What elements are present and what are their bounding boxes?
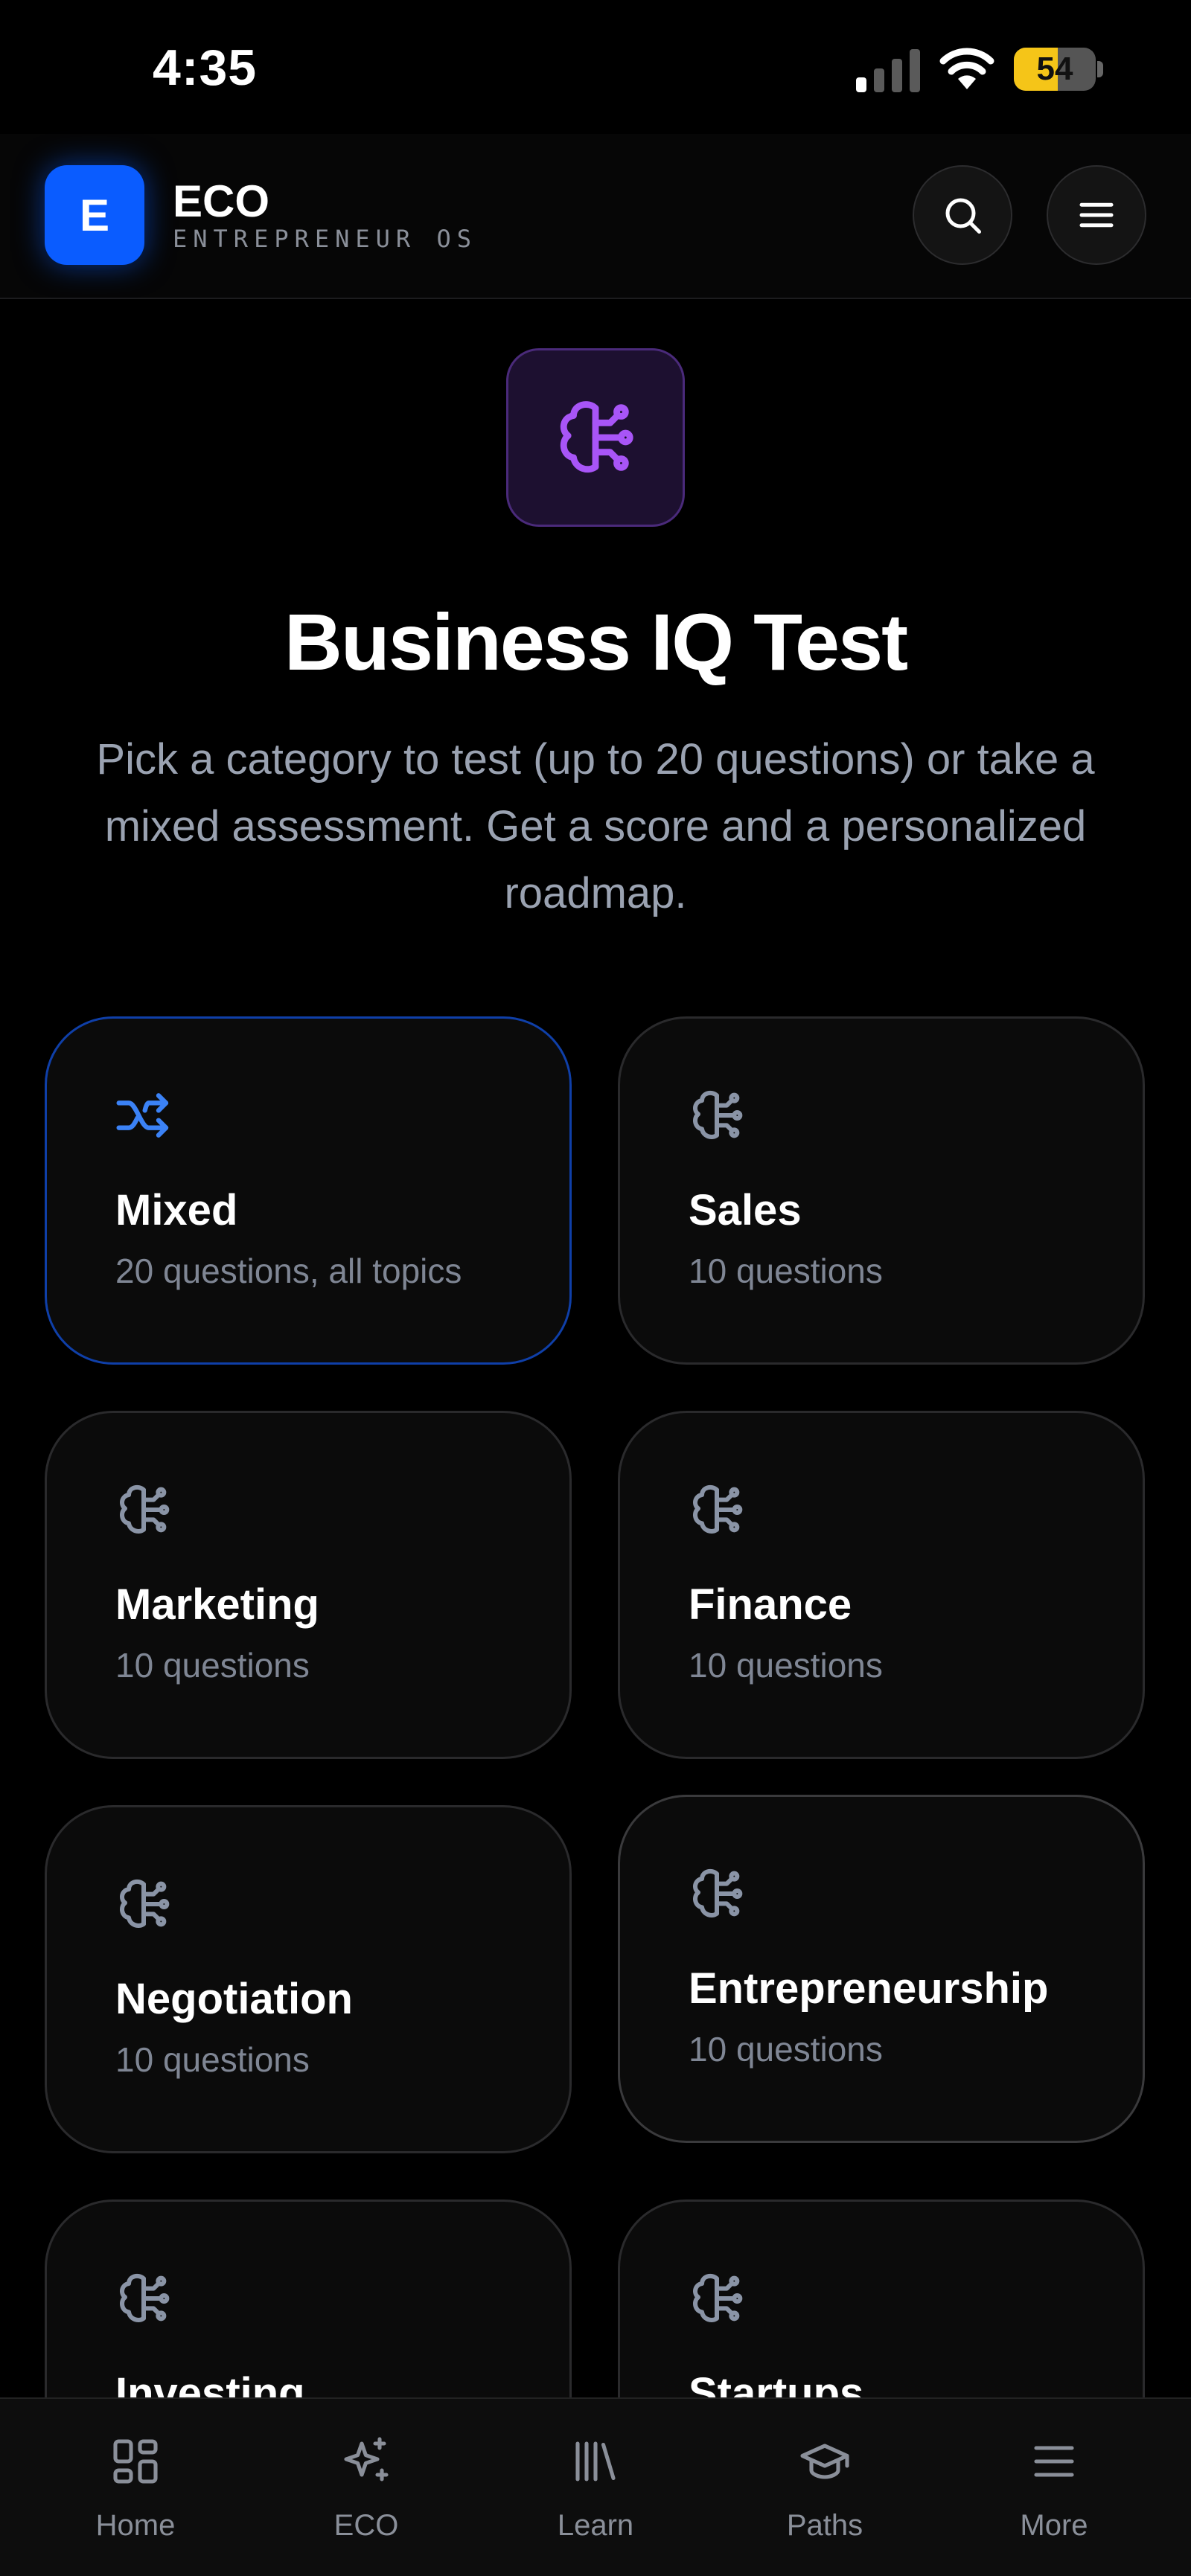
shuffle-icon bbox=[116, 1093, 169, 1138]
card-subtitle: 10 questions bbox=[689, 2030, 883, 2069]
library-icon bbox=[575, 2441, 616, 2482]
nav-label: More bbox=[1020, 2509, 1088, 2542]
brain-icon bbox=[693, 1484, 743, 1534]
status-time: 4:35 bbox=[153, 39, 258, 96]
category-card-entrepreneurship[interactable]: Entrepreneurship 10 questions bbox=[618, 1795, 1145, 2143]
card-title: Marketing bbox=[115, 1580, 319, 1629]
card-title: Finance bbox=[689, 1580, 852, 1629]
brain-icon bbox=[120, 1484, 170, 1534]
app-header: E ECO ENTREPRENEUR OS bbox=[0, 134, 1191, 299]
brain-icon bbox=[693, 1868, 743, 1917]
nav-item-more[interactable]: More bbox=[980, 2399, 1128, 2576]
nav-item-learn[interactable]: Learn bbox=[521, 2399, 670, 2576]
category-card-mixed[interactable]: Mixed 20 questions, all topics bbox=[45, 1016, 572, 1365]
brain-icon bbox=[120, 1879, 170, 1928]
nav-label: Paths bbox=[786, 2509, 863, 2542]
wifi-icon bbox=[939, 48, 994, 89]
brain-icon bbox=[120, 2273, 170, 2322]
card-title: Sales bbox=[689, 1186, 802, 1234]
category-card-sales[interactable]: Sales 10 questions bbox=[618, 1016, 1145, 1365]
status-bar: 4:35 54 bbox=[0, 0, 1191, 134]
grid-icon bbox=[113, 2439, 158, 2484]
category-card-finance[interactable]: Finance 10 questions bbox=[618, 1411, 1145, 1759]
page-subtitle: Pick a category to test (up to 20 questi… bbox=[96, 735, 1095, 917]
bottom-navigation: Home ECO Learn Paths More bbox=[0, 2397, 1191, 2576]
card-title: Entrepreneurship bbox=[689, 1964, 1049, 2013]
nav-item-eco[interactable]: ECO bbox=[292, 2399, 441, 2576]
nav-label: Home bbox=[95, 2509, 176, 2542]
search-button[interactable] bbox=[913, 165, 1012, 265]
nav-item-paths[interactable]: Paths bbox=[750, 2399, 899, 2576]
card-subtitle: 10 questions bbox=[689, 1252, 883, 1290]
card-subtitle: 20 questions, all topics bbox=[115, 1252, 462, 1290]
hero-brain-badge bbox=[506, 348, 685, 527]
nav-label: Learn bbox=[557, 2509, 634, 2542]
nav-label: ECO bbox=[333, 2509, 399, 2542]
card-title: Negotiation bbox=[115, 1975, 353, 2023]
menu-button[interactable] bbox=[1047, 165, 1146, 265]
category-card-marketing[interactable]: Marketing 10 questions bbox=[45, 1411, 572, 1759]
card-subtitle: 10 questions bbox=[689, 1646, 883, 1685]
sparkle-icon bbox=[344, 2437, 389, 2482]
brand-tagline: ENTREPRENEUR OS bbox=[173, 225, 477, 253]
card-title: Mixed bbox=[115, 1186, 238, 1234]
brand-name: ECO bbox=[173, 176, 270, 226]
brain-icon bbox=[693, 2273, 743, 2322]
card-subtitle: 10 questions bbox=[115, 2040, 310, 2079]
search-icon bbox=[945, 198, 981, 234]
brain-icon bbox=[693, 1090, 743, 1139]
card-subtitle: 10 questions bbox=[115, 1646, 310, 1685]
battery-indicator: 54 bbox=[1014, 48, 1103, 91]
page-title: Business IQ Test bbox=[284, 597, 908, 687]
hamburger-menu-icon bbox=[1079, 202, 1114, 228]
category-card-negotiation[interactable]: Negotiation 10 questions bbox=[45, 1805, 572, 2153]
battery-level: 54 bbox=[1036, 51, 1073, 87]
nav-item-home[interactable]: Home bbox=[61, 2399, 210, 2576]
eco-logo[interactable]: E bbox=[45, 165, 144, 265]
brain-icon bbox=[560, 401, 633, 473]
cellular-signal-icon bbox=[856, 49, 920, 92]
graduation-cap-icon bbox=[800, 2444, 849, 2479]
hamburger-menu-icon bbox=[1034, 2446, 1074, 2477]
